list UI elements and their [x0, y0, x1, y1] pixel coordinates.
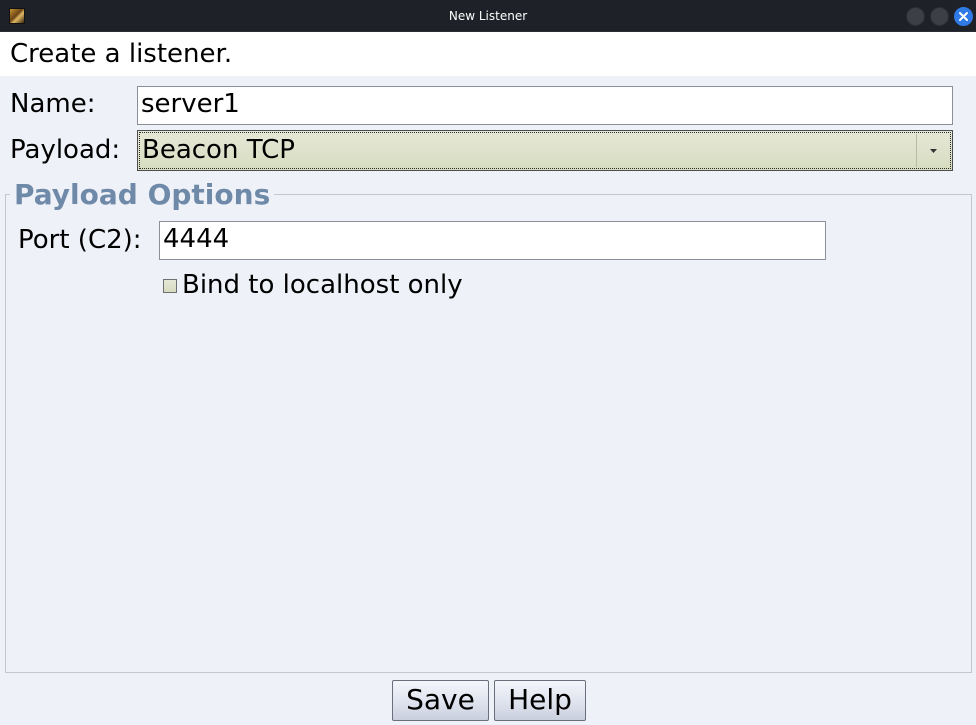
bind-localhost-checkbox[interactable] — [163, 279, 177, 293]
chevron-down-icon[interactable] — [916, 134, 949, 167]
window-titlebar[interactable]: New Listener — [0, 0, 976, 32]
window-title: New Listener — [448, 9, 528, 23]
payload-options-title: Payload Options — [10, 178, 275, 211]
minimize-icon[interactable] — [906, 7, 925, 26]
payload-label: Payload: — [10, 135, 121, 165]
port-field[interactable]: 4444 — [159, 221, 826, 260]
help-button[interactable]: Help — [494, 680, 586, 721]
payload-select[interactable]: Beacon TCP — [137, 130, 953, 171]
header-panel: Create a listener. — [0, 32, 976, 76]
close-icon[interactable] — [954, 7, 973, 26]
bind-localhost-label[interactable]: Bind to localhost only — [182, 270, 463, 300]
name-field[interactable]: server1 — [137, 86, 953, 125]
save-button[interactable]: Save — [392, 680, 489, 721]
header-text: Create a listener. — [10, 39, 233, 69]
payload-options-group — [5, 194, 972, 673]
name-label: Name: — [10, 89, 96, 119]
payload-select-value: Beacon TCP — [142, 135, 295, 165]
maximize-icon[interactable] — [930, 7, 949, 26]
port-label: Port (C2): — [18, 225, 142, 255]
